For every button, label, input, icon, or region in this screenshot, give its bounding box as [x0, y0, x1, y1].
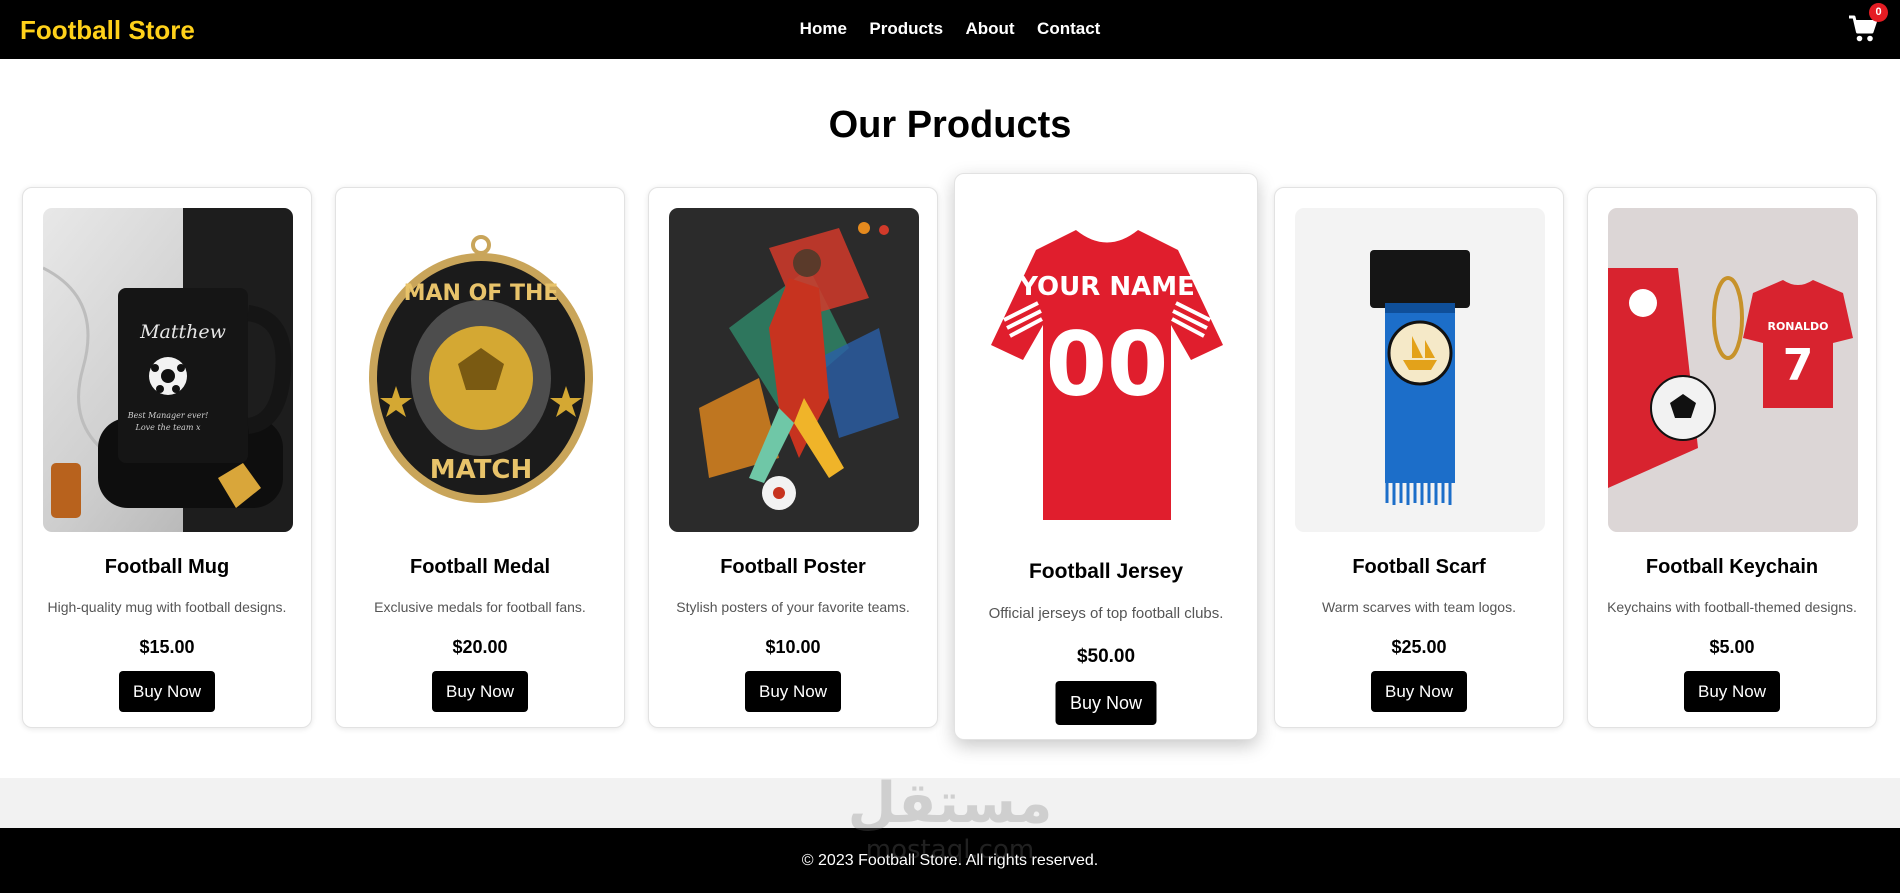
- product-description: Keychains with football-themed designs.: [1607, 599, 1857, 615]
- product-price: $5.00: [1709, 637, 1755, 657]
- product-image-jersey: YOUR NAME 00: [976, 195, 1238, 535]
- product-card-mug: Matthew Best Manager ever! Love the team…: [22, 187, 312, 728]
- buy-now-button[interactable]: Buy Now: [1055, 681, 1157, 725]
- product-card-keychain: RONALDO 7 Football Keychain Keychains wi…: [1587, 187, 1877, 728]
- product-description: Warm scarves with team logos.: [1322, 599, 1516, 615]
- cart-count-badge: 0: [1869, 3, 1888, 22]
- nav-products-link[interactable]: Products: [869, 19, 943, 38]
- product-description: Exclusive medals for football fans.: [374, 599, 586, 615]
- product-card-poster: Football Poster Stylish posters of your …: [648, 187, 938, 728]
- product-image-mug: Matthew Best Manager ever! Love the team…: [43, 208, 293, 532]
- product-name: Football Medal: [410, 556, 550, 578]
- buy-now-button[interactable]: Buy Now: [1371, 671, 1467, 712]
- copyright-text: © 2023 Football Store. All rights reserv…: [801, 852, 1099, 869]
- product-description: Official jerseys of top football clubs.: [988, 605, 1224, 622]
- nav-about-link[interactable]: About: [966, 19, 1015, 38]
- footer: © 2023 Football Store. All rights reserv…: [0, 828, 1900, 893]
- product-image-poster: [669, 208, 919, 532]
- svg-text:RONALDO: RONALDO: [1767, 320, 1828, 333]
- svg-text:Matthew: Matthew: [139, 321, 226, 343]
- product-image-keychain: RONALDO 7: [1608, 208, 1858, 532]
- buy-now-button[interactable]: Buy Now: [745, 671, 841, 712]
- product-image-medal: MAN OF THE MATCH: [356, 208, 606, 532]
- product-description: High-quality mug with football designs.: [47, 599, 287, 615]
- product-price: $20.00: [452, 637, 508, 657]
- svg-text:Best Manager ever!: Best Manager ever!: [127, 411, 209, 420]
- product-name: Football Mug: [104, 556, 230, 578]
- product-card-medal: MAN OF THE MATCH Football Medal Exclusiv…: [335, 187, 625, 728]
- product-card-jersey: YOUR NAME 00 Football Jersey Official je…: [954, 173, 1258, 740]
- buy-now-button[interactable]: Buy Now: [119, 671, 215, 712]
- product-price: $15.00: [139, 637, 195, 657]
- svg-text:Love the team x: Love the team x: [135, 423, 201, 432]
- svg-text:MAN OF THE: MAN OF THE: [404, 281, 559, 306]
- product-name: Football Poster: [720, 556, 866, 578]
- nav-home-link[interactable]: Home: [800, 19, 847, 38]
- product-card-scarf: Football Scarf Warm scarves with team lo…: [1274, 187, 1564, 728]
- footer-spacer: [0, 778, 1900, 828]
- product-name: Football Jersey: [1028, 560, 1184, 583]
- page-title: Our Products: [828, 104, 1072, 146]
- product-price: $50.00: [1076, 646, 1136, 667]
- svg-text:7: 7: [1783, 340, 1814, 391]
- main-nav: Home Products About Contact: [0, 19, 1900, 39]
- cart-button[interactable]: 0: [1848, 3, 1888, 44]
- top-navbar: Football Store Home Products About Conta…: [0, 0, 1900, 59]
- buy-now-button[interactable]: Buy Now: [1684, 671, 1780, 712]
- product-price: $25.00: [1391, 637, 1447, 657]
- product-image-scarf: [1295, 208, 1545, 532]
- svg-text:YOUR NAME: YOUR NAME: [1018, 272, 1195, 302]
- buy-now-button[interactable]: Buy Now: [432, 671, 528, 712]
- product-price: $10.00: [765, 637, 821, 657]
- product-name: Football Keychain: [1645, 556, 1819, 578]
- product-name: Football Scarf: [1352, 556, 1486, 578]
- nav-contact-link[interactable]: Contact: [1037, 19, 1100, 38]
- product-description: Stylish posters of your favorite teams.: [676, 599, 910, 615]
- svg-text:MATCH: MATCH: [430, 455, 533, 485]
- svg-text:00: 00: [1046, 313, 1168, 416]
